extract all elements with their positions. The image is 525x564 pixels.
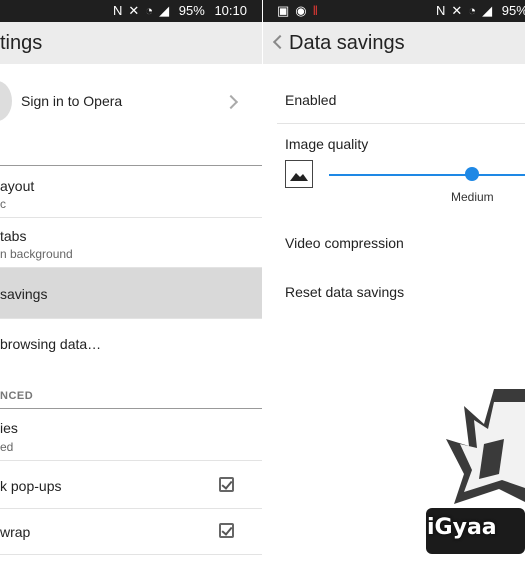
video-compression-row[interactable]: Video compression — [263, 220, 525, 268]
settings-item[interactable]: ies ed — [0, 409, 262, 461]
pause-icon: ‖ — [312, 3, 319, 18]
avatar — [0, 81, 12, 121]
account-label: Sign in to Opera — [21, 93, 123, 109]
item-subtitle: n background — [0, 247, 73, 261]
app-bar: Data savings — [263, 22, 525, 64]
checkbox[interactable] — [219, 477, 234, 492]
image-icon — [285, 160, 313, 188]
item-title: browsing data… — [0, 336, 102, 352]
enabled-label: Enabled — [285, 92, 337, 108]
enabled-row[interactable]: Enabled — [277, 74, 525, 124]
item-title: wrap — [0, 524, 31, 540]
reset-data-savings-label: Reset data savings — [285, 284, 405, 300]
back-arrow-icon[interactable] — [272, 34, 288, 50]
account-row[interactable]: Sign in to Opera — [0, 64, 262, 166]
app-icon: ◉ — [295, 3, 307, 18]
screen: N ✕ ◔ ◢ 95% 10:10 tings Sign in to Opera ay… — [0, 0, 525, 564]
item-title: savings — [0, 286, 48, 302]
section-label: NCED — [0, 390, 34, 402]
item-title: ayout — [0, 178, 35, 194]
item-subtitle: ed — [0, 440, 14, 454]
clock: 10:10 — [214, 3, 247, 18]
reset-data-savings-row[interactable]: Reset data savings — [263, 268, 525, 316]
slider-thumb[interactable] — [465, 167, 479, 181]
item-title: tabs — [0, 228, 27, 244]
app-bar: tings — [0, 22, 262, 64]
item-title: k pop-ups — [0, 478, 62, 494]
mute-icon: ✕ — [128, 3, 140, 18]
signal-icon: ◢ — [159, 3, 170, 18]
item-subtitle: c — [0, 197, 6, 211]
signal-icon: ◢ — [482, 3, 493, 18]
image-quality-label: Image quality — [285, 136, 369, 152]
watermark-text: iGyaa — [427, 515, 497, 540]
battery-level: 95% — [178, 3, 205, 18]
mute-icon: ✕ — [451, 3, 463, 18]
item-title: ies — [0, 420, 18, 436]
settings-pane: N ✕ ◔ ◢ 95% 10:10 tings Sign in to Opera ay… — [0, 0, 262, 564]
nfc-icon: N — [436, 3, 446, 18]
slider-track[interactable] — [329, 174, 525, 176]
settings-item-data-savings[interactable]: savings — [0, 268, 262, 319]
nfc-icon: N — [113, 3, 123, 18]
wifi-icon: ◔ — [145, 3, 154, 18]
settings-item[interactable]: ayout c — [0, 166, 262, 218]
advanced-section-header: NCED — [0, 369, 262, 409]
page-title: tings — [0, 32, 43, 54]
chevron-right-icon — [223, 94, 239, 110]
settings-item-text-wrap[interactable]: wrap — [0, 509, 262, 555]
status-bar: N ✕ ◔ ◢ 95% 10:10 — [0, 0, 262, 22]
page-title: Data savings — [289, 32, 405, 54]
settings-item-block-popups[interactable]: k pop-ups — [0, 461, 262, 509]
wifi-icon: ◔ — [468, 3, 477, 18]
gallery-icon: ▣ — [277, 3, 290, 18]
battery-level: 95% — [501, 3, 525, 18]
settings-item-clear-browsing-data[interactable]: browsing data… — [0, 319, 262, 369]
status-bar: ▣ ◉ ‖ N ✕ ◔ ◢ 95% — [263, 0, 525, 22]
settings-item[interactable]: tabs n background — [0, 218, 262, 268]
checkbox[interactable] — [219, 523, 234, 538]
video-compression-label: Video compression — [285, 235, 404, 251]
slider-value-label: Medium — [451, 190, 494, 204]
